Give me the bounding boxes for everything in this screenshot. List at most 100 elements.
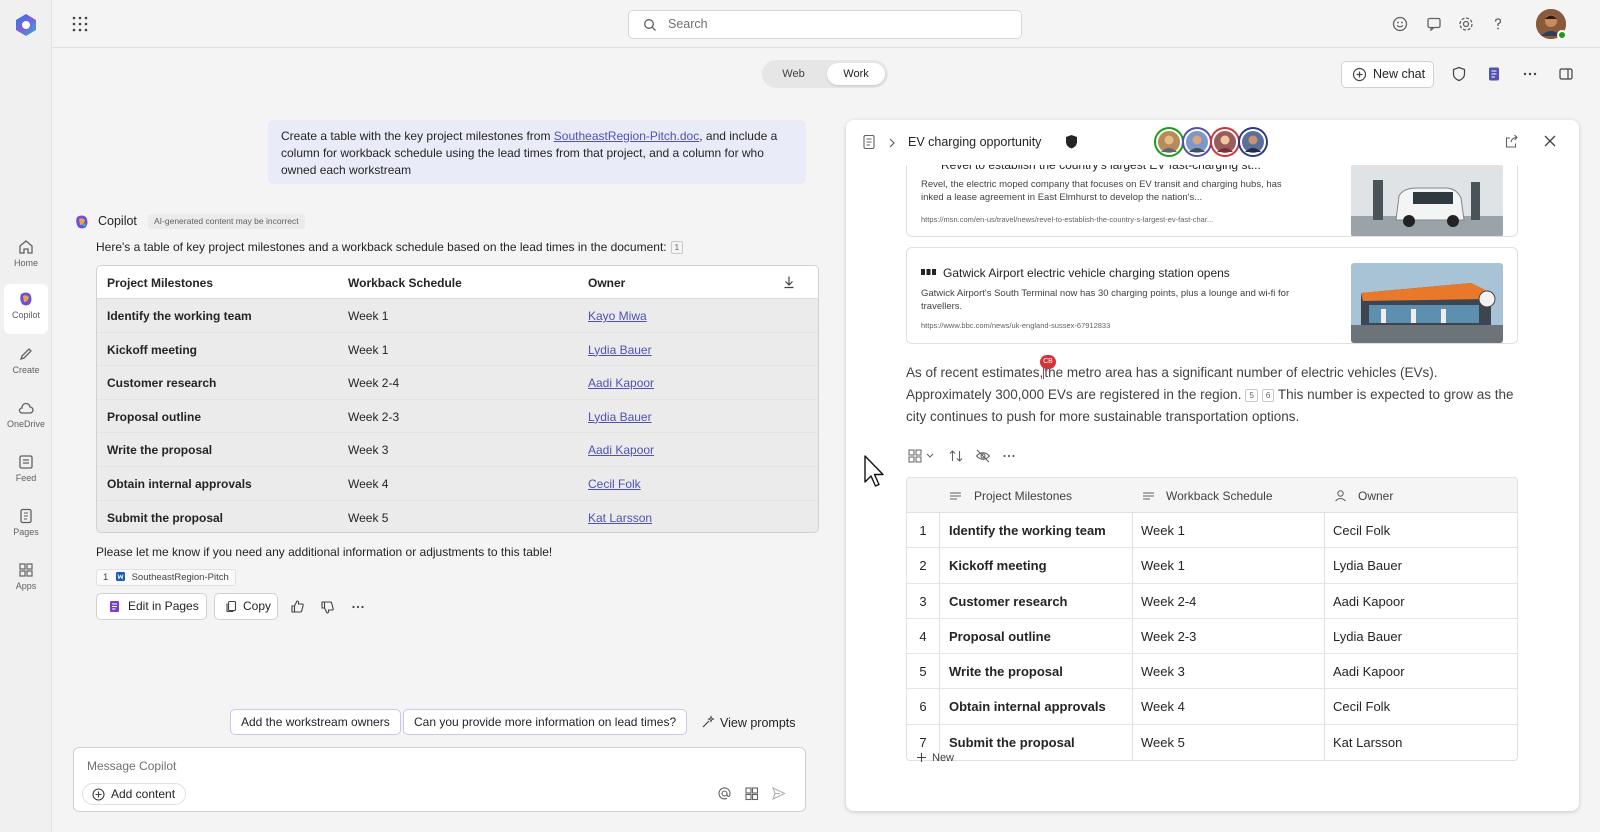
download-icon[interactable] xyxy=(782,275,796,289)
owner-link[interactable]: Lydia Bauer xyxy=(588,410,652,424)
prompt-file-link[interactable]: SoutheastRegion-Pitch.doc xyxy=(554,129,699,143)
news-card-url[interactable]: https://msn.com/en-us/travel/news/revel-… xyxy=(921,215,1213,224)
copy-button[interactable]: Copy xyxy=(214,593,278,620)
citation-marker[interactable]: 6 xyxy=(1261,389,1275,402)
milestone-cell[interactable]: Submit the proposal xyxy=(949,735,1075,750)
citation-marker[interactable]: 1 xyxy=(670,241,684,254)
page-doc-icon[interactable] xyxy=(862,134,876,150)
collaborator-avatar[interactable] xyxy=(1156,129,1182,155)
source-reference[interactable]: 1 SoutheastRegion-Pitch xyxy=(96,569,236,586)
rail-copilot[interactable]: Copilot xyxy=(4,284,48,334)
table-row[interactable]: 2 Kickoff meeting Week 1 Lydia Bauer xyxy=(907,548,1517,584)
rail-feed[interactable]: Feed xyxy=(0,447,52,497)
citation-marker[interactable]: 5 xyxy=(1245,389,1258,402)
close-icon[interactable] xyxy=(1543,134,1557,148)
settings-gear-icon[interactable] xyxy=(1457,15,1475,33)
milestone-cell: Submit the proposal xyxy=(107,510,224,525)
table-more-icon[interactable] xyxy=(1002,448,1016,464)
smiley-icon[interactable] xyxy=(1391,15,1409,33)
table-row[interactable]: 4 Proposal outline Week 2-3 Lydia Bauer xyxy=(907,619,1517,655)
thumbs-down-icon[interactable] xyxy=(320,600,335,615)
table-row[interactable]: 3 Customer research Week 2-4 Aadi Kapoor xyxy=(907,584,1517,619)
owner-cell[interactable]: Kat Larsson xyxy=(1333,735,1402,750)
owner-cell[interactable]: Aadi Kapoor xyxy=(1333,594,1405,609)
schedule-cell[interactable]: Week 1 xyxy=(1141,523,1185,538)
milestone-cell[interactable]: Proposal outline xyxy=(949,629,1051,644)
share-icon[interactable] xyxy=(1504,134,1519,149)
new-chat-icon xyxy=(1352,67,1367,82)
edit-in-pages-button[interactable]: Edit in Pages xyxy=(96,593,207,620)
sort-icon[interactable] xyxy=(948,448,964,464)
feedback-icon[interactable] xyxy=(1425,15,1443,33)
mention-icon[interactable] xyxy=(717,786,732,801)
tab-web[interactable]: Web xyxy=(766,63,821,85)
owner-link[interactable]: Aadi Kapoor xyxy=(588,443,654,457)
hide-eye-icon[interactable] xyxy=(975,448,991,464)
user-avatar[interactable] xyxy=(1536,9,1567,40)
message-composer[interactable]: Message Copilot Add content xyxy=(73,747,806,812)
rail-home[interactable]: Home xyxy=(0,232,52,282)
schedule-cell[interactable]: Week 4 xyxy=(1141,699,1185,714)
thumbs-up-icon[interactable] xyxy=(290,599,305,614)
owner-link[interactable]: Kayo Miwa xyxy=(588,309,647,323)
column-header[interactable]: Workback Schedule xyxy=(1166,489,1273,503)
table-row[interactable]: 7 Submit the proposal Week 5 Kat Larsson xyxy=(907,725,1517,760)
owner-link[interactable]: Aadi Kapoor xyxy=(588,376,654,390)
new-chat-button[interactable]: New chat xyxy=(1341,61,1434,88)
news-card[interactable]: Gatwick Airport electric vehicle chargin… xyxy=(906,247,1518,344)
schedule-cell[interactable]: Week 5 xyxy=(1141,735,1185,750)
milestone-cell[interactable]: Write the proposal xyxy=(949,664,1063,679)
owner-cell[interactable]: Lydia Bauer xyxy=(1333,558,1402,573)
milestone-cell[interactable]: Customer research xyxy=(949,594,1068,609)
m365-logo-icon[interactable] xyxy=(13,12,39,38)
owner-link[interactable]: Lydia Bauer xyxy=(588,343,652,357)
rail-onedrive[interactable]: OneDrive xyxy=(0,393,52,443)
schedule-cell[interactable]: Week 2-4 xyxy=(1141,594,1196,609)
owner-cell[interactable]: Lydia Bauer xyxy=(1333,629,1402,644)
schedule-cell[interactable]: Week 1 xyxy=(1141,558,1185,573)
milestone-cell[interactable]: Obtain internal approvals xyxy=(949,699,1106,714)
suggestion-chip[interactable]: Add the workstream owners xyxy=(230,709,401,735)
milestone-cell[interactable]: Identify the working team xyxy=(949,523,1106,538)
app-launcher-icon[interactable] xyxy=(72,16,88,32)
add-content-button[interactable]: Add content xyxy=(82,783,187,805)
collaborator-avatar[interactable] xyxy=(1212,129,1238,155)
add-row-button[interactable]: New xyxy=(916,752,954,764)
shield-icon[interactable] xyxy=(1451,66,1467,82)
row-number: 6 xyxy=(919,699,927,715)
rail-pages[interactable]: Pages xyxy=(0,501,52,551)
help-icon[interactable] xyxy=(1489,15,1507,33)
rail-create[interactable]: Create xyxy=(0,339,52,389)
table-row[interactable]: 1 Identify the working team Week 1 Cecil Fo… xyxy=(907,513,1517,549)
send-icon[interactable] xyxy=(771,786,786,801)
side-panel-toggle-icon[interactable] xyxy=(1558,66,1574,82)
owner-cell[interactable]: Cecil Folk xyxy=(1333,523,1390,538)
owner-cell[interactable]: Cecil Folk xyxy=(1333,699,1390,714)
collaborator-avatar[interactable] xyxy=(1184,129,1210,155)
more-options-icon[interactable] xyxy=(1522,66,1538,82)
news-card-title: Gatwick Airport electric vehicle chargin… xyxy=(943,266,1230,280)
table-row[interactable]: 6 Obtain internal approvals Week 4 Cecil Fo… xyxy=(907,689,1517,725)
rail-apps[interactable]: Apps xyxy=(0,555,52,605)
table-row[interactable]: 5 Write the proposal Week 3 Aadi Kapoor xyxy=(907,654,1517,690)
milestone-cell[interactable]: Kickoff meeting xyxy=(949,558,1047,573)
schedule-cell[interactable]: Week 2-3 xyxy=(1141,629,1196,644)
sensitivity-shield-icon[interactable] xyxy=(1064,134,1079,150)
owner-link[interactable]: Kat Larsson xyxy=(588,511,652,525)
tab-work[interactable]: Work xyxy=(827,63,885,85)
table-layout-icon[interactable] xyxy=(908,448,936,464)
view-prompts-button[interactable]: View prompts xyxy=(700,715,796,730)
owner-cell[interactable]: Aadi Kapoor xyxy=(1333,664,1405,679)
mouse-pointer-icon xyxy=(864,455,884,487)
news-card-url[interactable]: https://www.bbc.com/news/uk-england-suss… xyxy=(921,321,1110,330)
owner-link[interactable]: Cecil Folk xyxy=(588,477,641,491)
more-actions-icon[interactable] xyxy=(351,600,365,614)
schedule-cell[interactable]: Week 3 xyxy=(1141,664,1185,679)
column-header[interactable]: Owner xyxy=(1358,489,1393,503)
suggestion-chip[interactable]: Can you provide more information on lead… xyxy=(403,709,688,735)
column-header[interactable]: Project Milestones xyxy=(974,489,1072,503)
collaborator-avatar[interactable] xyxy=(1240,129,1266,155)
pages-panel-icon[interactable] xyxy=(1486,66,1502,82)
plugins-grid-icon[interactable] xyxy=(744,786,759,801)
search-input[interactable]: Search xyxy=(628,10,1022,39)
